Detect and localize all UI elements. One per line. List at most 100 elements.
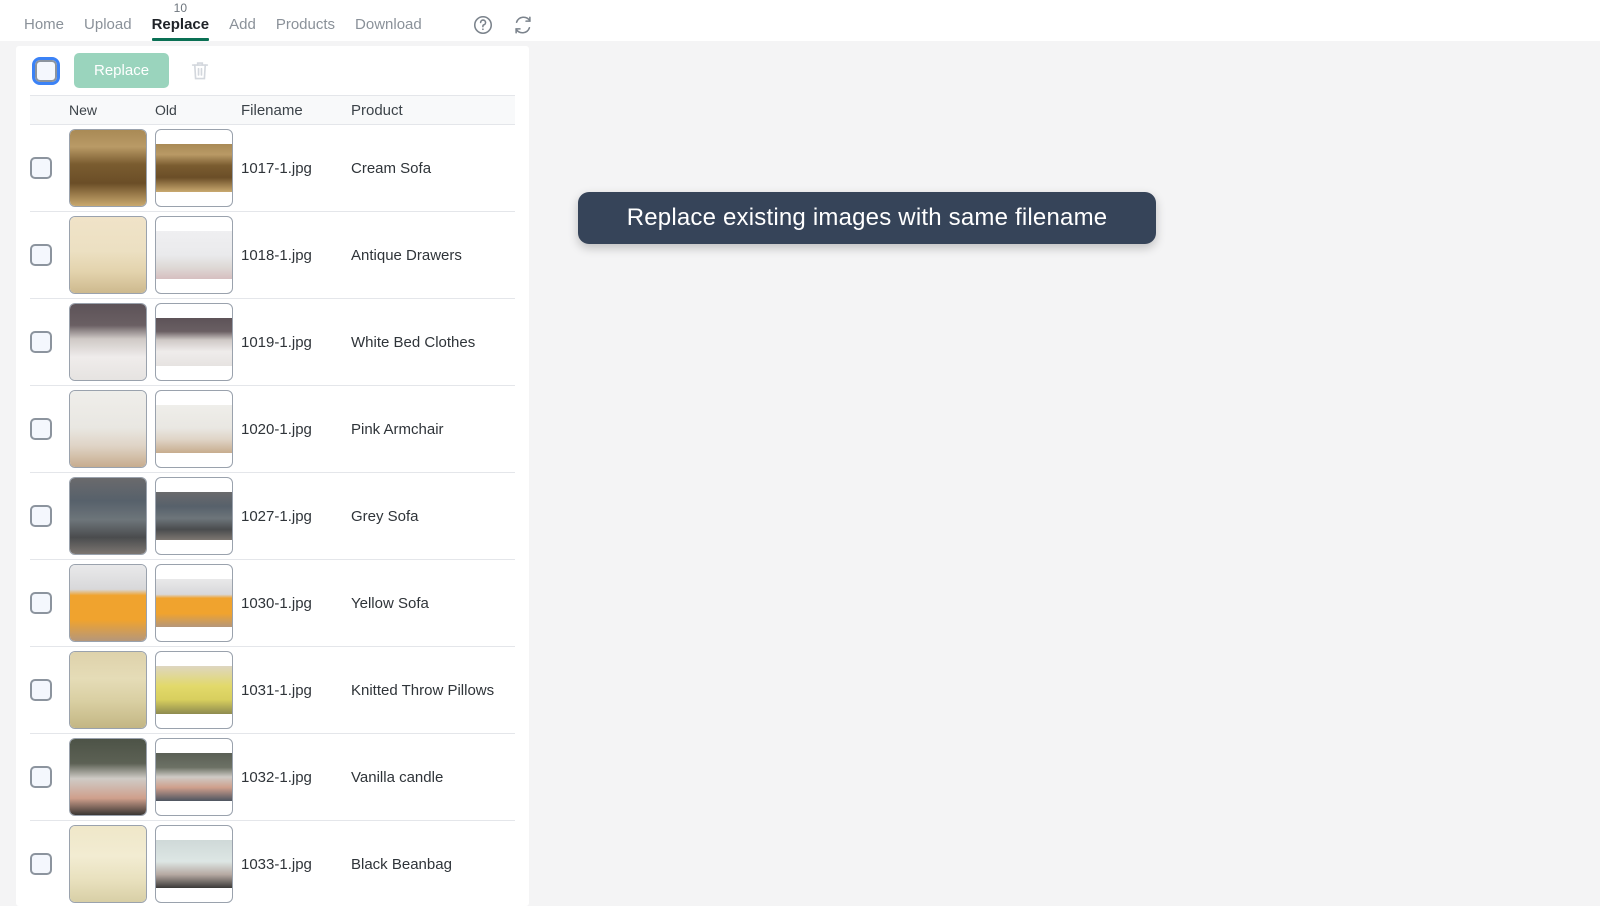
- row-select-cell: [30, 592, 69, 614]
- select-all-checkbox[interactable]: [32, 56, 60, 85]
- header-cell-filename: Filename: [241, 101, 303, 119]
- row-select-cell: [30, 331, 69, 353]
- thumbnail-new-image[interactable]: [69, 216, 147, 294]
- thumbnail-new-image[interactable]: [69, 564, 147, 642]
- thumbnail-old-image[interactable]: [155, 303, 233, 381]
- cell-product: Vanilla candle: [351, 768, 444, 786]
- top-navigation: Home Upload 10 Replace Add Products Download: [0, 0, 1600, 41]
- row-checkbox[interactable]: [30, 505, 52, 527]
- table-row[interactable]: 1020-1.jpg Pink Armchair: [30, 386, 515, 473]
- thumbnail-old-image[interactable]: [155, 477, 233, 555]
- thumbnail-artwork: [70, 565, 146, 641]
- thumbnail-new-image[interactable]: [69, 651, 147, 729]
- table-row[interactable]: 1031-1.jpg Knitted Throw Pillows: [30, 647, 515, 734]
- nav-badge-count: 10: [173, 1, 188, 15]
- nav-item-list: Home Upload 10 Replace Add Products Download: [14, 2, 432, 41]
- thumbnail-cell-new: [69, 564, 155, 642]
- row-checkbox[interactable]: [30, 679, 52, 701]
- thumbnail-artwork: [156, 491, 232, 541]
- cell-product: Antique Drawers: [351, 246, 462, 264]
- row-checkbox[interactable]: [30, 592, 52, 614]
- thumbnail-old-image[interactable]: [155, 825, 233, 903]
- cell-filename: 1017-1.jpg: [241, 159, 312, 177]
- thumbnail-new-image[interactable]: [69, 129, 147, 207]
- cell-filename: 1027-1.jpg: [241, 507, 312, 525]
- thumbnail-new-image[interactable]: [69, 825, 147, 903]
- table-row[interactable]: 1030-1.jpg Yellow Sofa: [30, 560, 515, 647]
- delete-button[interactable]: [183, 59, 217, 83]
- thumbnail-new-image[interactable]: [69, 390, 147, 468]
- tooltip-replace-hint: Replace existing images with same filena…: [578, 192, 1156, 244]
- help-icon[interactable]: [472, 14, 494, 36]
- row-select-cell: [30, 766, 69, 788]
- nav-item-products[interactable]: Products: [266, 17, 345, 41]
- table-row[interactable]: 1032-1.jpg Vanilla candle: [30, 734, 515, 821]
- thumbnail-cell-new: [69, 216, 155, 294]
- nav-item-replace[interactable]: 10 Replace: [142, 2, 220, 41]
- thumbnail-old-image[interactable]: [155, 738, 233, 816]
- nav-icon-group: [472, 14, 534, 41]
- table-row[interactable]: 1033-1.jpg Black Beanbag: [30, 821, 515, 906]
- header-cell-old: Old: [155, 102, 177, 118]
- table-row[interactable]: 1027-1.jpg Grey Sofa: [30, 473, 515, 560]
- cell-filename: 1030-1.jpg: [241, 594, 312, 612]
- cell-product: Grey Sofa: [351, 507, 419, 525]
- thumbnail-artwork: [70, 739, 146, 815]
- thumbnail-artwork: [70, 391, 146, 467]
- thumbnail-cell-new: [69, 738, 155, 816]
- thumbnail-artwork: [70, 826, 146, 902]
- cell-product: Cream Sofa: [351, 159, 432, 177]
- cell-product: Knitted Throw Pillows: [351, 681, 495, 699]
- thumbnail-artwork: [156, 839, 232, 889]
- thumbnail-cell-old: [155, 738, 241, 816]
- row-select-cell: [30, 244, 69, 266]
- thumbnail-new-image[interactable]: [69, 303, 147, 381]
- cell-filename: 1020-1.jpg: [241, 420, 312, 438]
- row-checkbox[interactable]: [30, 331, 52, 353]
- thumbnail-old-image[interactable]: [155, 564, 233, 642]
- header-cell-product: Product: [351, 101, 403, 119]
- trash-icon: [189, 61, 211, 86]
- thumbnail-new-image[interactable]: [69, 738, 147, 816]
- cell-filename: 1033-1.jpg: [241, 855, 312, 873]
- select-all-checkbox-box: [35, 59, 57, 82]
- thumbnail-new-image[interactable]: [69, 477, 147, 555]
- row-checkbox[interactable]: [30, 244, 52, 266]
- thumbnail-cell-old: [155, 303, 241, 381]
- cell-filename: 1019-1.jpg: [241, 333, 312, 351]
- row-checkbox[interactable]: [30, 853, 52, 875]
- header-cell-new: New: [69, 102, 98, 118]
- thumbnail-artwork: [70, 478, 146, 554]
- replace-button[interactable]: Replace: [74, 53, 170, 88]
- table-row[interactable]: 1017-1.jpg Cream Sofa: [30, 125, 515, 212]
- row-select-cell: [30, 418, 69, 440]
- table-row[interactable]: 1018-1.jpg Antique Drawers: [30, 212, 515, 299]
- row-checkbox[interactable]: [30, 766, 52, 788]
- thumbnail-artwork: [156, 404, 232, 454]
- row-select-cell: [30, 679, 69, 701]
- nav-item-add[interactable]: Add: [219, 17, 266, 41]
- thumbnail-old-image[interactable]: [155, 390, 233, 468]
- thumbnail-cell-old: [155, 390, 241, 468]
- cell-product: White Bed Clothes: [351, 333, 476, 351]
- row-checkbox[interactable]: [30, 418, 52, 440]
- nav-item-label: Home: [24, 16, 65, 33]
- table-row[interactable]: 1019-1.jpg White Bed Clothes: [30, 299, 515, 386]
- nav-item-download[interactable]: Download: [345, 17, 432, 41]
- thumbnail-cell-new: [69, 477, 155, 555]
- table-header-row: New Old Filename Product: [30, 95, 515, 125]
- refresh-icon[interactable]: [512, 14, 534, 36]
- thumbnail-artwork: [70, 217, 146, 293]
- row-checkbox[interactable]: [30, 157, 52, 179]
- thumbnail-old-image[interactable]: [155, 651, 233, 729]
- table-body: 1017-1.jpg Cream Sofa 1018-1.jpg Antique Dr…: [16, 125, 529, 906]
- thumbnail-cell-new: [69, 651, 155, 729]
- thumbnail-old-image[interactable]: [155, 129, 233, 207]
- row-select-cell: [30, 157, 69, 179]
- nav-item-label: Products: [275, 16, 336, 33]
- nav-item-home[interactable]: Home: [14, 17, 74, 41]
- thumbnail-old-image[interactable]: [155, 216, 233, 294]
- nav-item-upload[interactable]: Upload: [74, 17, 142, 41]
- cell-filename: 1032-1.jpg: [241, 768, 312, 786]
- cell-product: Pink Armchair: [351, 420, 444, 438]
